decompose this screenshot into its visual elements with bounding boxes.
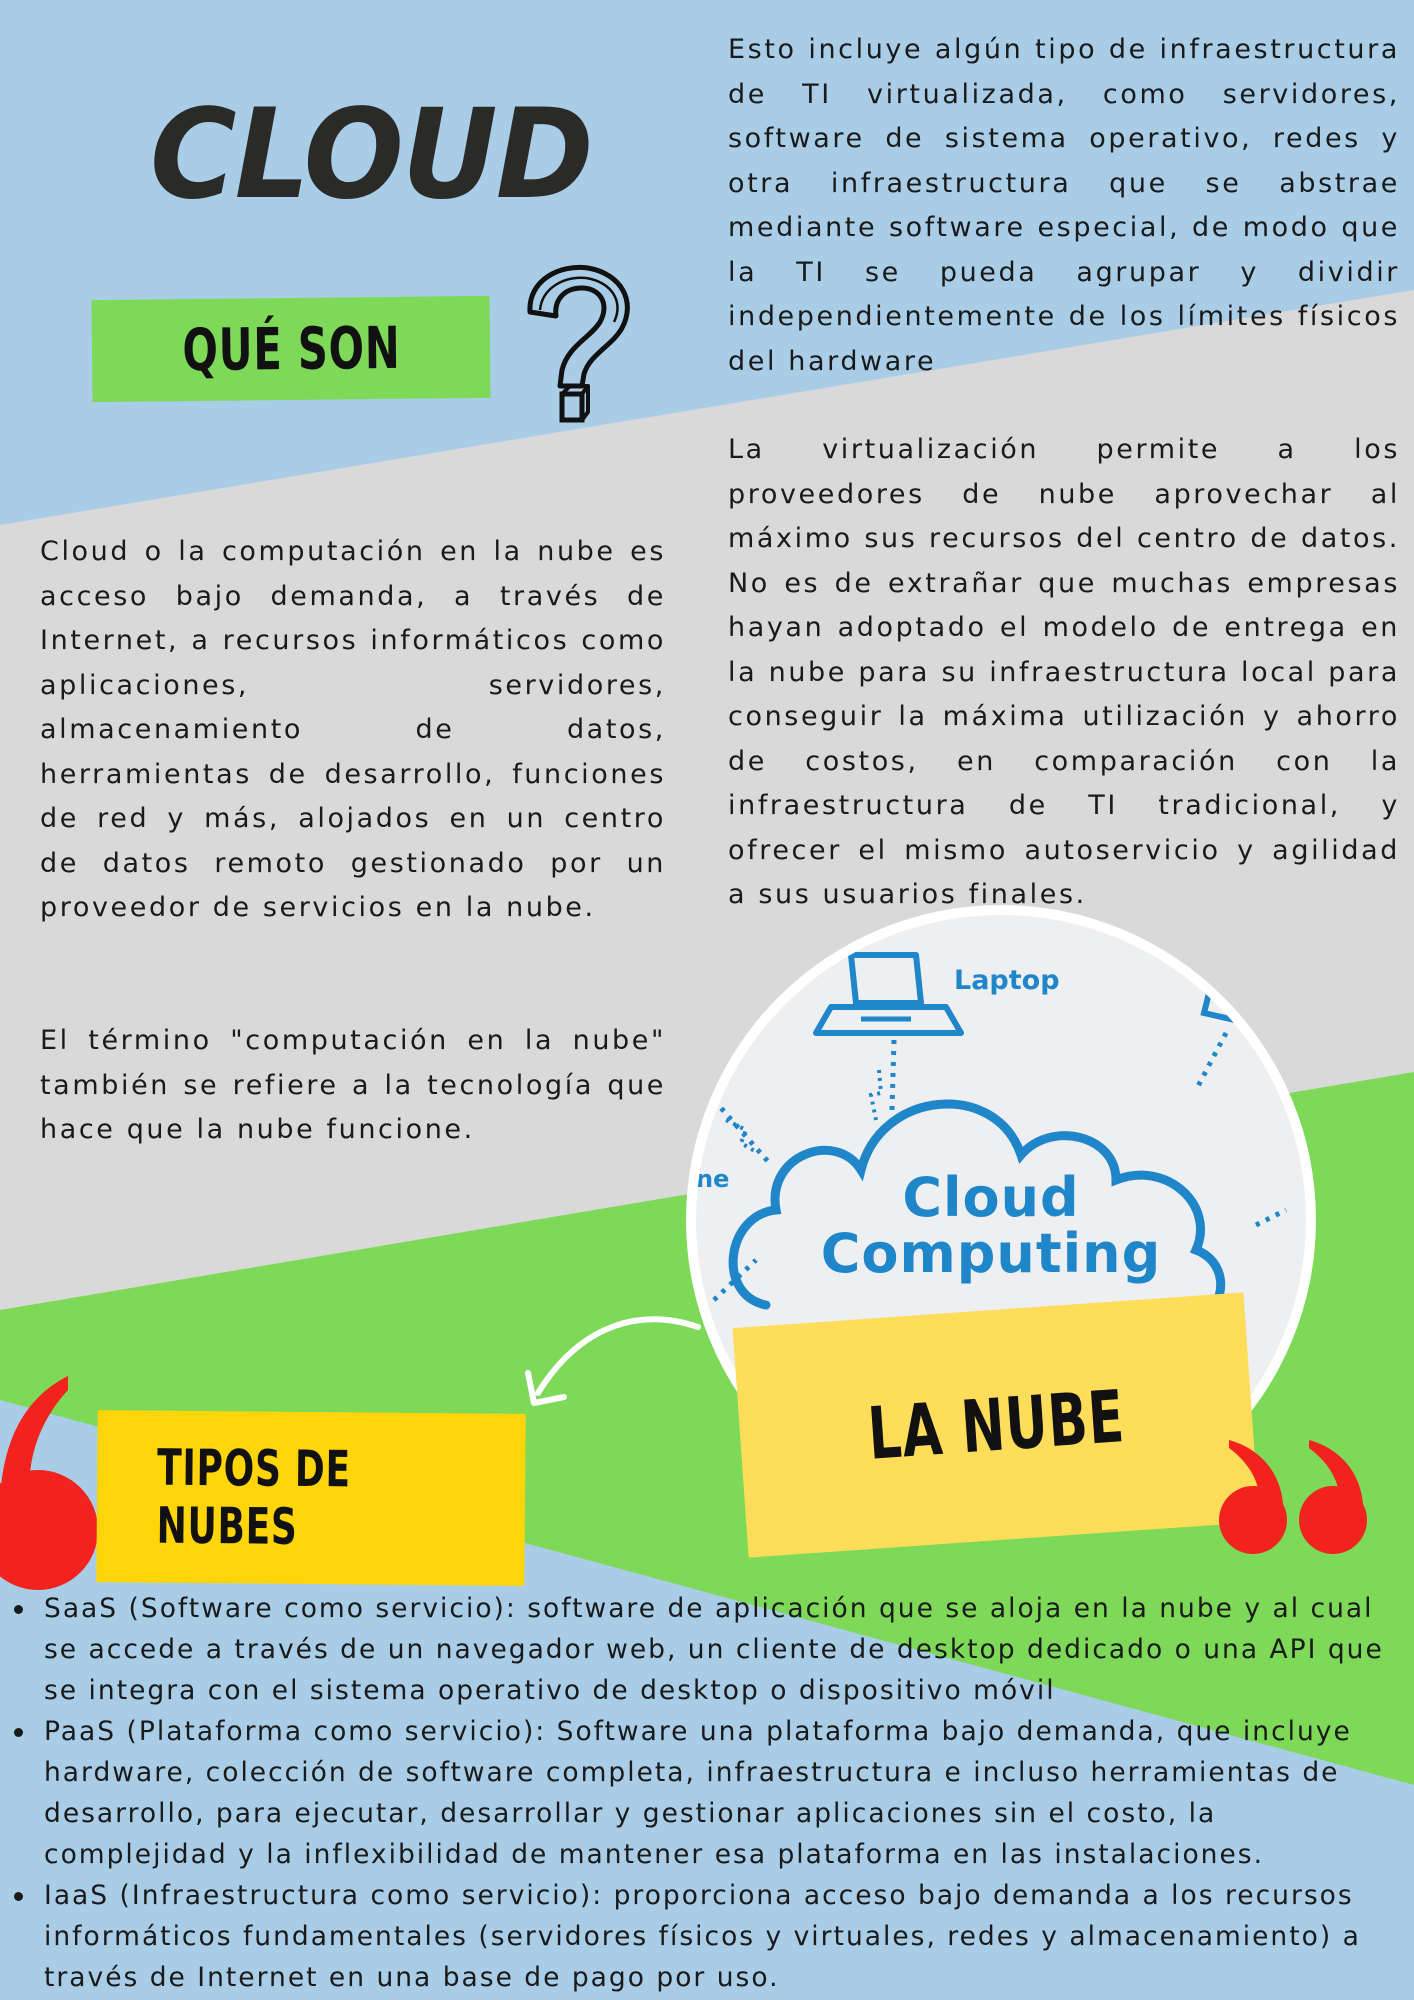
open-quote-icon	[0, 1376, 98, 1590]
curved-arrow-icon	[525, 1316, 701, 1406]
partial-device-label: ne	[696, 1165, 730, 1193]
laptop-icon	[813, 952, 964, 1036]
intro-paragraph-2: El término "computación en la nube" tamb…	[40, 1025, 666, 1145]
cloud-text-line-2: Computing	[820, 1222, 1162, 1285]
page-title: CLOUD	[150, 81, 594, 227]
cloud-text-line-1: Cloud	[902, 1166, 1080, 1229]
que-son-text: QUÉ SON	[181, 313, 401, 385]
que-son-label: QUÉ SON	[91, 295, 491, 403]
list-item: SaaS (Software como servicio): software …	[14, 1588, 1400, 1711]
tipos-de-nubes-label: TIPOS DE NUBES	[96, 1410, 526, 1586]
close-quote-icon	[1219, 1440, 1367, 1554]
intro-paragraph-1: Cloud o la computación en la nube es acc…	[40, 536, 666, 923]
details-paragraph-2: La virtualización permite a los proveedo…	[728, 434, 1400, 910]
poster: CLOUD QUÉ SON Esto incluye algún tipo de…	[0, 0, 1414, 2000]
laptop-label: Laptop	[954, 965, 1060, 996]
details-paragraph-1: Esto incluye algún tipo de infraestructu…	[728, 34, 1400, 377]
tipos-de-nubes-text: TIPOS DE NUBES	[156, 1438, 352, 1556]
question-mark-icon	[527, 264, 630, 423]
list-item: IaaS (Infraestructura como servicio): pr…	[14, 1875, 1400, 1998]
list-item: PaaS (Plataforma como servicio): Softwar…	[14, 1711, 1400, 1875]
cloud-computing-text: Cloud Computing	[816, 1170, 1166, 1282]
la-nube-label: LA NUBE	[732, 1292, 1260, 1558]
cloud-types-list: SaaS (Software como servicio): software …	[0, 1588, 1400, 1998]
la-nube-text: LA NUBE	[865, 1374, 1127, 1476]
